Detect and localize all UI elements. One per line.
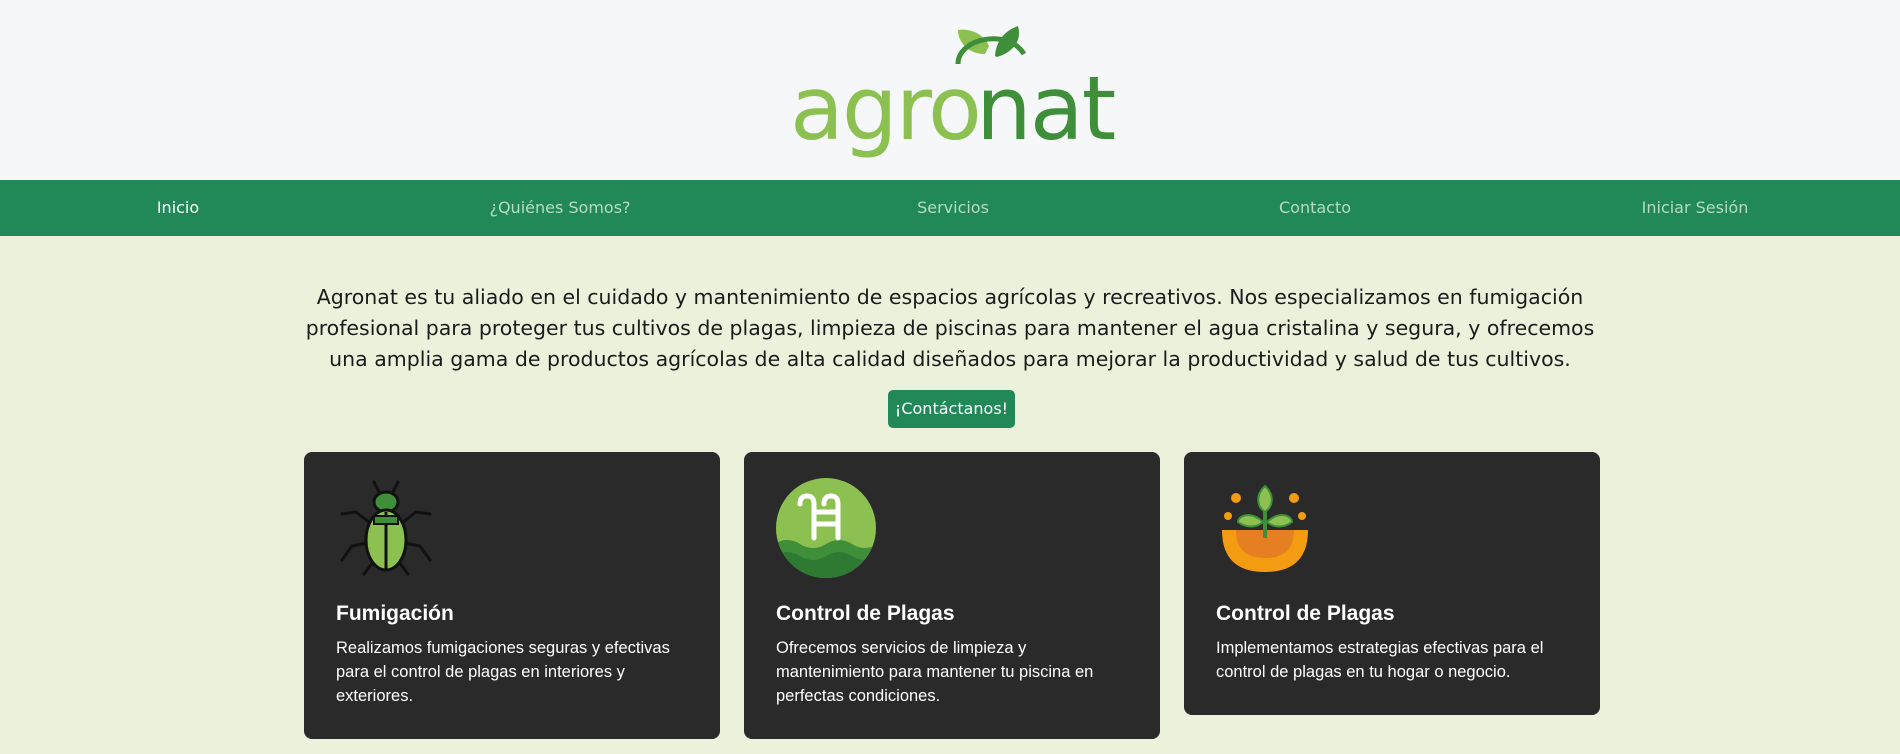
- pool-ladder-icon: [776, 478, 876, 578]
- svg-text:agro: agro: [790, 57, 980, 160]
- nav-item-iniciar-sesion[interactable]: Iniciar Sesión: [1642, 180, 1749, 236]
- nav-item-servicios[interactable]: Servicios: [917, 180, 989, 236]
- beetle-icon: [340, 480, 432, 576]
- svg-text:nat: nat: [976, 57, 1115, 160]
- nav-item-inicio[interactable]: Inicio: [157, 180, 199, 236]
- card-description: Implementamos estrategias efectivas para…: [1216, 639, 1544, 681]
- main-nav: Inicio ¿Quiénes Somos? Servicios Contact…: [0, 180, 1900, 236]
- nav-item-quienes-somos[interactable]: ¿Quiénes Somos?: [489, 180, 630, 236]
- card-description: Realizamos fumigaciones seguras y efecti…: [336, 639, 670, 705]
- header: agro nat: [0, 0, 1900, 180]
- nav-item-contacto[interactable]: Contacto: [1279, 180, 1351, 236]
- contact-cta-button[interactable]: ¡Contáctanos!: [888, 390, 1015, 428]
- card-title: Fumigación: [336, 602, 454, 625]
- plant-bowl-icon: [1222, 484, 1308, 572]
- card-description: Ofrecemos servicios de limpieza y manten…: [776, 639, 1094, 705]
- agronat-logo[interactable]: agro nat: [790, 24, 1115, 174]
- service-card-control-plagas-piscina: Control de Plagas Ofrecemos servicios de…: [744, 452, 1160, 739]
- intro-text: Agronat es tu aliado en el cuidado y man…: [305, 285, 1595, 371]
- card-title: Control de Plagas: [776, 602, 955, 625]
- card-title: Control de Plagas: [1216, 602, 1395, 625]
- service-card-control-plagas-hogar: Control de Plagas Implementamos estrateg…: [1184, 452, 1600, 715]
- service-card-fumigacion: Fumigación Realizamos fumigaciones segur…: [304, 452, 720, 739]
